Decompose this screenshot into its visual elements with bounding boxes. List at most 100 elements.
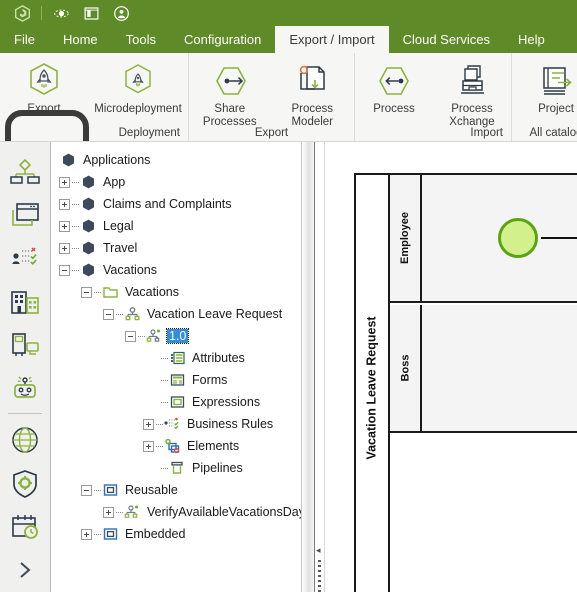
start-event[interactable] [498, 218, 538, 258]
tree-node-pipelines[interactable]: Pipelines [57, 457, 314, 479]
menu-item-export-import[interactable]: Export / Import [275, 26, 389, 53]
tree-node-label: 1.0 [165, 328, 190, 344]
forms-window-icon[interactable] [0, 193, 50, 236]
user-account-icon[interactable] [106, 1, 136, 25]
lane-label: Employee [399, 212, 411, 264]
business-rules-icon [163, 417, 181, 431]
microdeployment-button-label: Microdeployment [94, 103, 182, 115]
app-logo-icon[interactable] [7, 1, 37, 25]
process-modeler-download-icon [295, 59, 329, 103]
organization-buildings-icon[interactable] [0, 280, 50, 323]
bot-automation-icon[interactable] [0, 367, 50, 410]
rocket-hexagon-small-icon [121, 59, 155, 103]
sequence-flow[interactable] [541, 237, 577, 239]
tree-node-app[interactable]: App [57, 171, 314, 193]
ribbon-group-label-all-catalog: All catalog [529, 127, 577, 139]
menu-item-tools[interactable]: Tools [112, 26, 170, 53]
tree-node-label: Attributes [192, 351, 245, 365]
tree-node-legal[interactable]: Legal [57, 215, 314, 237]
hexagon-dark-icon [79, 263, 97, 277]
ribbon-group-all-catalog: Project All catalog [511, 53, 577, 141]
pool-title-label: Vacation Leave Request [365, 316, 379, 460]
expander-toggle[interactable] [103, 506, 114, 518]
tree-node-vacation-leave-request[interactable]: Vacation Leave Request [57, 303, 314, 325]
splitter-grip-icon[interactable] [318, 560, 321, 592]
expander-toggle[interactable] [59, 176, 70, 188]
expressions-icon [168, 395, 186, 409]
menu-item-file[interactable]: File [0, 26, 49, 53]
globe-integration-icon[interactable] [0, 419, 50, 462]
ribbon-group-label-deployment: Deployment [118, 127, 180, 139]
menu-item-home[interactable]: Home [49, 26, 112, 53]
expander-toggle[interactable] [81, 528, 92, 540]
tree-node-version-1-0[interactable]: 1.0 [57, 325, 314, 347]
tree-node-verify-available-vacations-days[interactable]: VerifyAvailableVacationsDays [57, 501, 314, 523]
titlebar-divider [41, 6, 42, 20]
share-processes-button-label: Share Processes [202, 103, 257, 128]
tree-connector [72, 225, 79, 227]
attributes-list-icon [168, 351, 186, 365]
tree-node-travel[interactable]: Travel [57, 237, 314, 259]
tree-connector [138, 335, 145, 337]
panel-splitter[interactable]: ◂ [315, 142, 325, 592]
lane-body-employee[interactable]: Verify Vac [422, 175, 577, 301]
process-diagram-canvas[interactable]: Vacation Leave Request Employee Boss [325, 142, 577, 592]
tree-connector [94, 533, 101, 535]
bpmn-lane-boss[interactable]: Boss [390, 305, 577, 433]
tree-connector [161, 357, 168, 359]
refresh-orbit-icon[interactable] [46, 1, 76, 25]
ribbon-group-export: Share Processes Process Modeler Export [188, 53, 354, 141]
tree-node-label: Applications [83, 153, 151, 167]
tree-node-vacations-app[interactable]: Vacations [57, 259, 314, 281]
expand-chevron-icon[interactable] [0, 549, 50, 592]
tree-node-elements[interactable]: Elements [57, 435, 314, 457]
window-layout-icon[interactable] [76, 1, 106, 25]
tree-node-expressions[interactable]: Expressions [57, 391, 314, 413]
tree-node-business-rules[interactable]: Business Rules [57, 413, 314, 435]
security-shield-gear-icon[interactable] [0, 462, 50, 505]
tree-node-applications[interactable]: Applications [57, 149, 314, 171]
expander-toggle[interactable] [125, 330, 136, 342]
tree-node-reusable[interactable]: Reusable [57, 479, 314, 501]
expander-toggle[interactable] [81, 484, 92, 496]
expander-toggle[interactable] [103, 308, 114, 320]
elements-icon [163, 439, 181, 453]
expander-toggle[interactable] [59, 242, 70, 254]
tree-connector [161, 467, 168, 469]
processes-icon[interactable] [0, 150, 50, 193]
devices-icon[interactable] [0, 323, 50, 366]
hexagon-dark-icon [59, 153, 77, 167]
lane-body-boss[interactable] [422, 305, 577, 431]
tree-node-label: Travel [103, 241, 138, 255]
share-arrow-hexagon-icon [212, 59, 248, 103]
expander-toggle[interactable] [81, 286, 92, 298]
collapse-left-arrow-icon[interactable]: ◂ [316, 545, 321, 556]
tree-node-label: Business Rules [187, 417, 274, 431]
tree-node-label: Forms [192, 373, 228, 387]
expander-toggle[interactable] [59, 220, 70, 232]
applications-tree-panel[interactable]: Applications App Claims and Complaints L… [51, 142, 315, 592]
bpmn-pool[interactable]: Vacation Leave Request Employee Boss [354, 173, 577, 592]
tree-connector [94, 291, 101, 293]
expander-toggle[interactable] [59, 264, 70, 276]
tree-node-attributes[interactable]: Attributes [57, 347, 314, 369]
menu-item-configuration[interactable]: Configuration [170, 26, 275, 53]
expander-toggle[interactable] [143, 418, 154, 430]
menu-item-cloud-services[interactable]: Cloud Services [389, 26, 504, 53]
expander-toggle[interactable] [59, 198, 70, 210]
tree-node-vacations-folder[interactable]: Vacations [57, 281, 314, 303]
calendar-clock-icon[interactable] [0, 505, 50, 548]
tree-connector [72, 247, 79, 249]
expander-toggle[interactable] [143, 440, 154, 452]
bpmn-lane-employee[interactable]: Employee [390, 175, 577, 303]
tree-scrollbar[interactable] [301, 142, 314, 592]
tree-node-embedded[interactable]: Embedded [57, 523, 314, 545]
tree-connector [116, 511, 123, 513]
performers-rules-icon[interactable] [0, 237, 50, 280]
lane-label: Boss [399, 354, 411, 382]
ribbon-group-deployment: Export Microdeployment Deployment [0, 53, 188, 141]
menu-item-help[interactable]: Help [504, 26, 559, 53]
embedded-square-icon [101, 527, 119, 541]
tree-node-claims-and-complaints[interactable]: Claims and Complaints [57, 193, 314, 215]
tree-node-forms[interactable]: Forms [57, 369, 314, 391]
